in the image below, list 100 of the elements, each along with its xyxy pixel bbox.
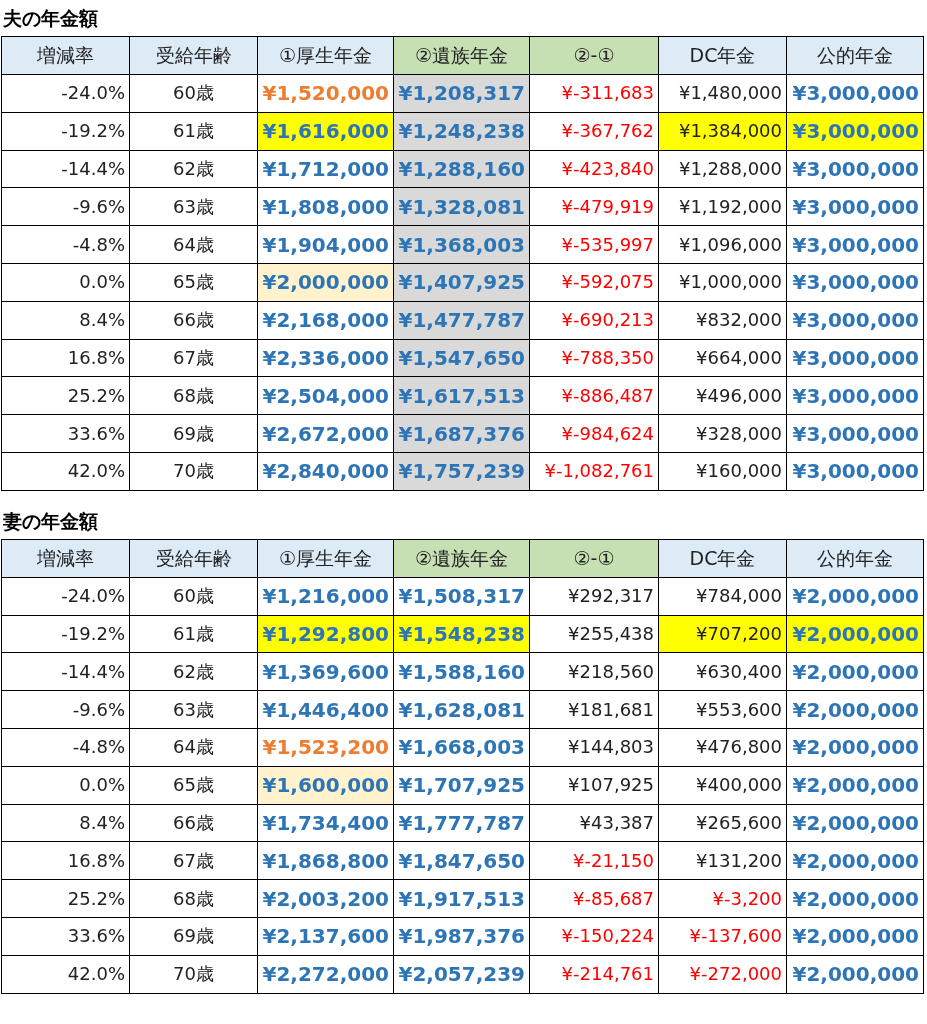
table-cell: ¥2,000,000 <box>786 917 924 956</box>
table-cell: -4.8% <box>1 728 130 767</box>
table-cell: 42.0% <box>1 955 130 994</box>
table-cell: ¥-690,213 <box>529 301 659 340</box>
column-header: ①厚生年金 <box>257 539 394 578</box>
table-cell: 69歳 <box>129 917 258 956</box>
table-cell: ¥1,987,376 <box>393 917 530 956</box>
table-cell: ¥1,520,000 <box>257 74 394 113</box>
table-cell: ¥2,000,000 <box>786 728 924 767</box>
table-cell: -24.0% <box>1 577 130 616</box>
table-cell: ¥1,588,160 <box>393 652 530 691</box>
column-header: DC年金 <box>658 36 787 75</box>
table-cell: ¥1,407,925 <box>393 263 530 302</box>
table-cell: 66歳 <box>129 804 258 842</box>
table-cell: 64歳 <box>129 225 258 264</box>
table-cell: ¥-788,350 <box>529 339 659 377</box>
table-cell: ¥3,000,000 <box>786 112 924 151</box>
table-cell: ¥2,272,000 <box>257 955 394 994</box>
table-cell: ¥1,248,238 <box>393 112 530 151</box>
table-cell: 16.8% <box>1 841 130 880</box>
table-cell: ¥160,000 <box>658 452 787 491</box>
column-header: 増減率 <box>1 539 130 578</box>
table-cell: -14.4% <box>1 652 130 691</box>
table-cell: ¥2,000,000 <box>257 263 394 302</box>
table-cell: -14.4% <box>1 150 130 188</box>
table-cell: ¥496,000 <box>658 376 787 415</box>
column-header: ②-① <box>529 539 659 578</box>
table-cell: ¥1,328,081 <box>393 187 530 226</box>
table-cell: 68歳 <box>129 879 258 918</box>
table-cell: ¥1,508,317 <box>393 577 530 616</box>
table-cell: ¥1,847,650 <box>393 841 530 880</box>
table-cell: ¥-21,150 <box>529 841 659 880</box>
table-cell: ¥3,000,000 <box>786 74 924 113</box>
table-cell: ¥1,292,800 <box>257 615 394 653</box>
table-cell: ¥2,000,000 <box>786 652 924 691</box>
table-cell: 60歳 <box>129 74 258 113</box>
table-cell: ¥-984,624 <box>529 414 659 453</box>
column-header: ②-① <box>529 36 659 75</box>
table-cell: ¥-1,082,761 <box>529 452 659 491</box>
table-cell: 61歳 <box>129 112 258 151</box>
table-cell: 0.0% <box>1 263 130 302</box>
table-cell: ¥-214,761 <box>529 955 659 994</box>
table-cell: 63歳 <box>129 187 258 226</box>
table-cell: 70歳 <box>129 955 258 994</box>
table-cell: ¥-311,683 <box>529 74 659 113</box>
table-cell: ¥1,368,003 <box>393 225 530 264</box>
table-cell: 70歳 <box>129 452 258 491</box>
table-cell: ¥664,000 <box>658 339 787 377</box>
table-cell: 0.0% <box>1 766 130 805</box>
table-cell: ¥400,000 <box>658 766 787 805</box>
table-cell: ¥2,000,000 <box>786 577 924 616</box>
table-cell: ¥1,808,000 <box>257 187 394 226</box>
table-cell: 25.2% <box>1 879 130 918</box>
table-cell: ¥255,438 <box>529 615 659 653</box>
table-cell: ¥1,477,787 <box>393 301 530 340</box>
table-cell: ¥1,600,000 <box>257 766 394 805</box>
table-cell: ¥1,617,513 <box>393 376 530 415</box>
table-cell: ¥1,208,317 <box>393 74 530 113</box>
table-cell: ¥181,681 <box>529 690 659 729</box>
column-header: 受給年齢 <box>129 539 258 578</box>
table-cell: ¥3,000,000 <box>786 414 924 453</box>
table-title: 夫の年金額 <box>2 5 99 31</box>
table-cell: 62歳 <box>129 652 258 691</box>
table-cell: ¥2,504,000 <box>257 376 394 415</box>
table-cell: ¥2,840,000 <box>257 452 394 491</box>
table-cell: ¥-3,200 <box>658 879 787 918</box>
table-cell: ¥-137,600 <box>658 917 787 956</box>
table-cell: 65歳 <box>129 766 258 805</box>
column-header: 公的年金 <box>786 539 924 578</box>
table-cell: 65歳 <box>129 263 258 302</box>
table-cell: ¥-886,487 <box>529 376 659 415</box>
table-cell: ¥1,777,787 <box>393 804 530 842</box>
table-title: 妻の年金額 <box>2 508 99 534</box>
table-cell: ¥3,000,000 <box>786 452 924 491</box>
table-cell: ¥1,480,000 <box>658 74 787 113</box>
table-cell: ¥43,387 <box>529 804 659 842</box>
table-cell: ¥630,400 <box>658 652 787 691</box>
table-cell: -4.8% <box>1 225 130 264</box>
table-cell: ¥2,003,200 <box>257 879 394 918</box>
table-cell: -19.2% <box>1 615 130 653</box>
table-cell: -24.0% <box>1 74 130 113</box>
table-cell: 62歳 <box>129 150 258 188</box>
table-cell: ¥1,616,000 <box>257 112 394 151</box>
table-cell: ¥2,336,000 <box>257 339 394 377</box>
table-cell: ¥-367,762 <box>529 112 659 151</box>
table-cell: ¥-535,997 <box>529 225 659 264</box>
table-cell: ¥292,317 <box>529 577 659 616</box>
table-cell: ¥832,000 <box>658 301 787 340</box>
table-cell: 67歳 <box>129 339 258 377</box>
table-cell: ¥131,200 <box>658 841 787 880</box>
table-cell: ¥218,560 <box>529 652 659 691</box>
table-cell: 33.6% <box>1 917 130 956</box>
column-header: 受給年齢 <box>129 36 258 75</box>
table-cell: ¥1,216,000 <box>257 577 394 616</box>
table-cell: ¥-272,000 <box>658 955 787 994</box>
table-cell: ¥-592,075 <box>529 263 659 302</box>
table-cell: -19.2% <box>1 112 130 151</box>
table-cell: 68歳 <box>129 376 258 415</box>
table-cell: 63歳 <box>129 690 258 729</box>
table-cell: ¥2,000,000 <box>786 804 924 842</box>
